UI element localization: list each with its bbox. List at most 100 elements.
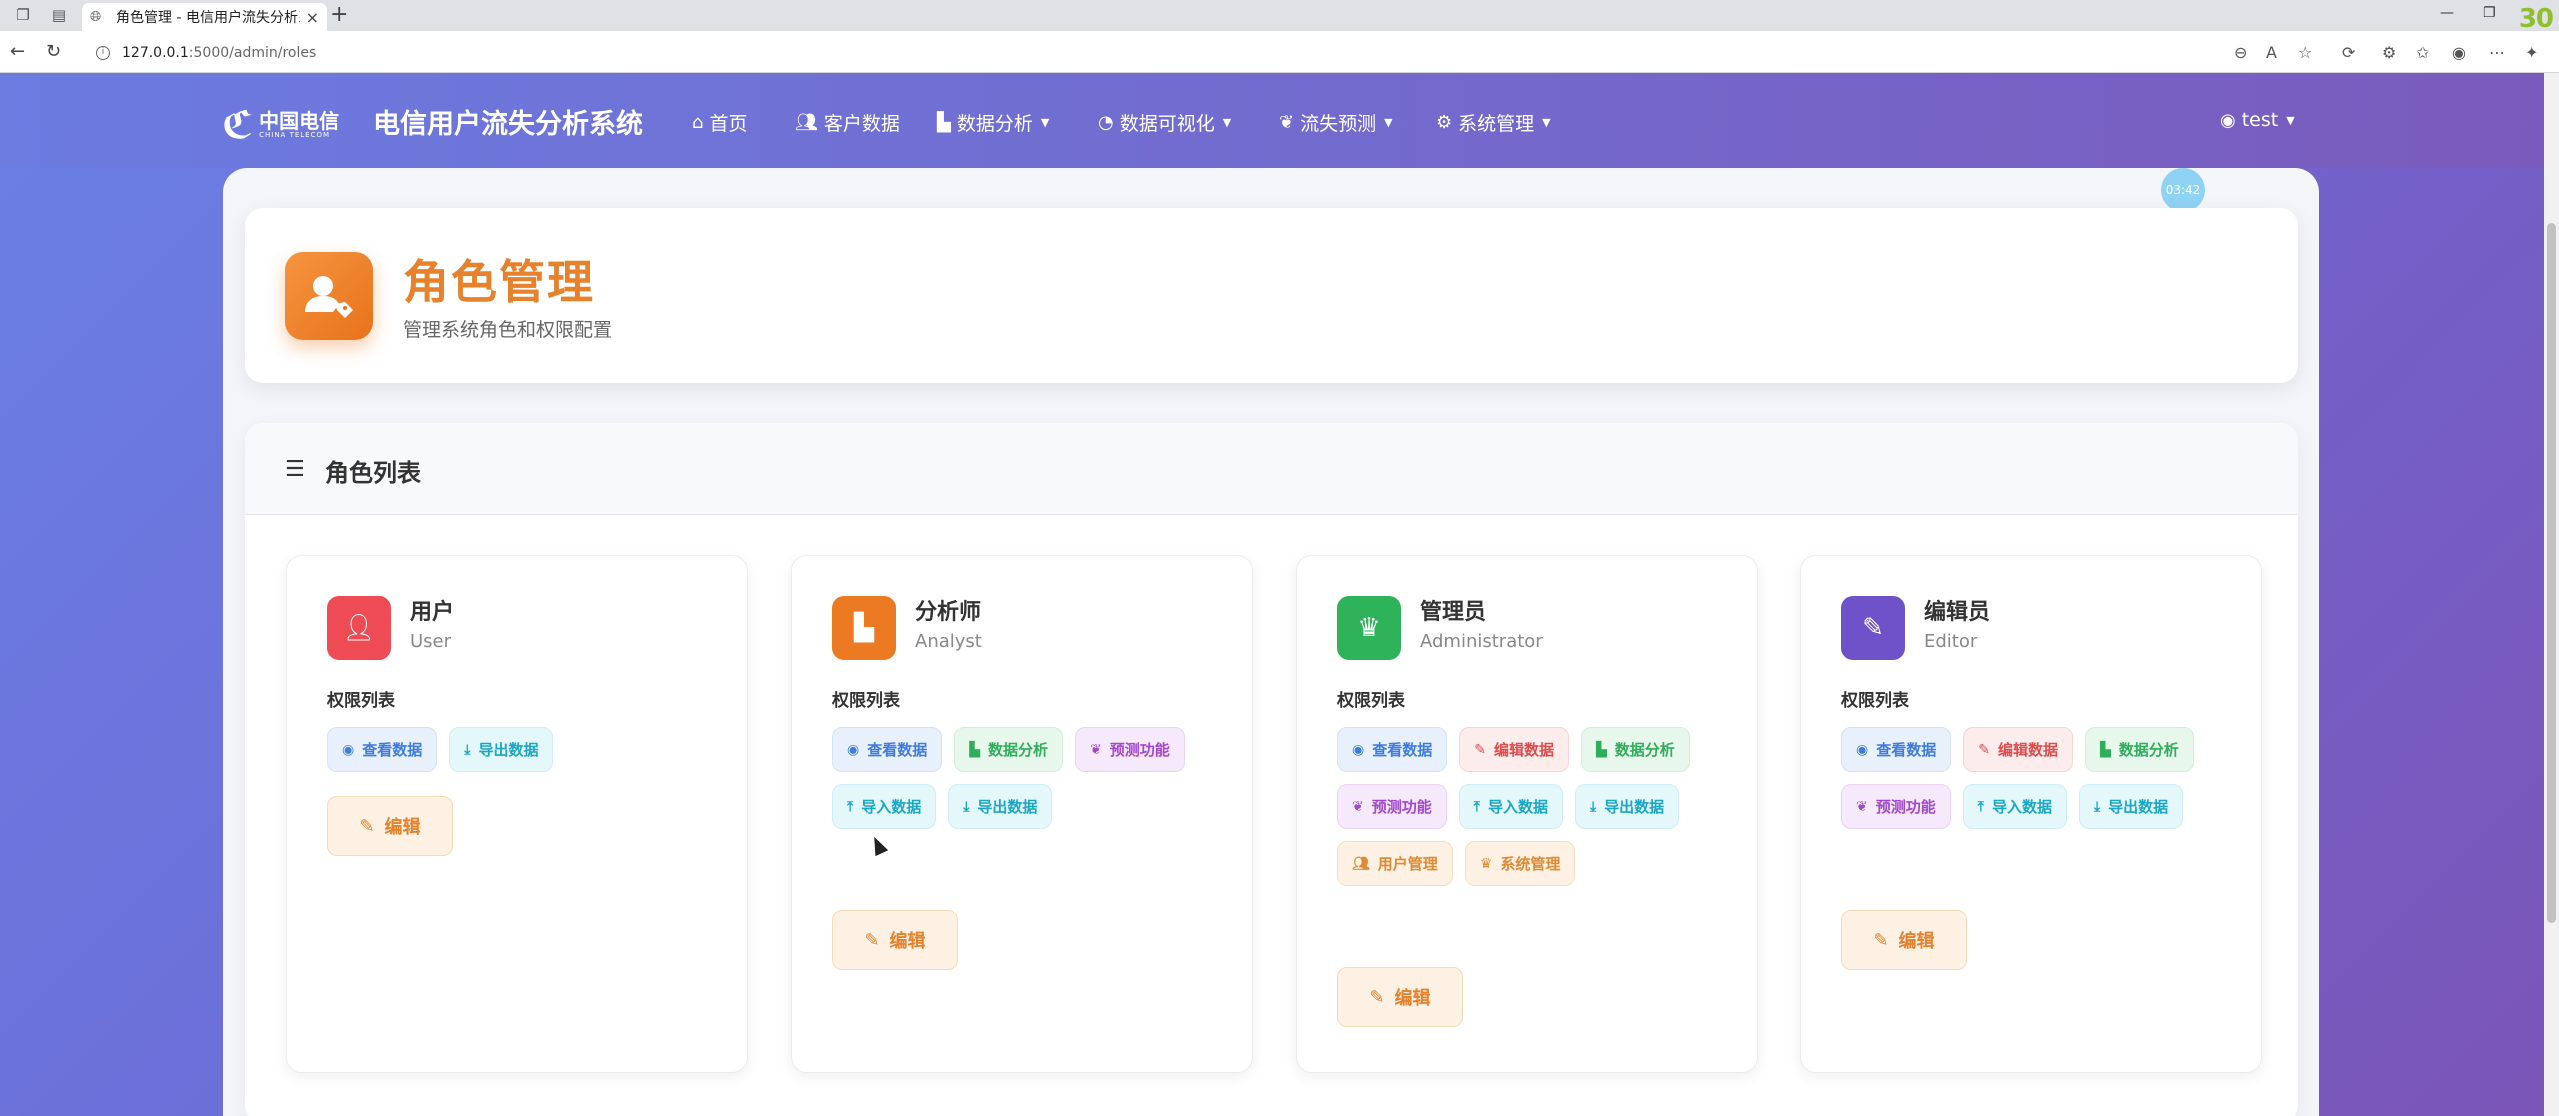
chart-bar-icon: ▙: [969, 741, 981, 758]
permission-label: 预测功能: [1875, 798, 1936, 816]
permission-list-label: 权限列表: [1337, 691, 1405, 711]
edit-role-button[interactable]: ✎ 编辑: [832, 910, 958, 970]
permission-label: 预测功能: [1109, 741, 1170, 759]
permission-badge: ⤒ 导入数据: [1962, 784, 2067, 829]
permission-badge: ✎ 编辑数据: [1963, 727, 2073, 772]
eye-icon: ◉: [1856, 741, 1869, 758]
permission-label: 导入数据: [1991, 798, 2052, 816]
eye-icon: ◉: [847, 741, 860, 758]
nav-item-customers[interactable]: 👥︎ 客户数据: [795, 109, 900, 136]
scrollbar[interactable]: [2544, 73, 2559, 1116]
permission-label: 导入数据: [861, 798, 922, 816]
edit-label: 编辑: [1898, 931, 1935, 952]
favorite-icon[interactable]: ☆: [2298, 43, 2312, 62]
edit-label: 编辑: [384, 817, 421, 838]
brand-title[interactable]: 电信用户流失分析系统: [373, 102, 643, 141]
eye-icon: ◉: [342, 741, 355, 758]
role-english-name: Analyst: [915, 631, 982, 652]
permission-badge: 👥︎ 用户管理: [1337, 841, 1453, 886]
permission-badge: ◉ 查看数据: [1841, 727, 1952, 772]
upload-icon: ⤒: [847, 798, 854, 815]
permission-label: 导出数据: [1604, 798, 1665, 816]
chart-bar-icon: ▙: [2099, 741, 2111, 758]
logo-cn-text: 中国电信: [259, 109, 340, 133]
role-name: 用户: [410, 600, 455, 625]
permission-badges: ◉ 查看数据 ✎ 编辑数据 ▙ 数据分析 ❦ 预测功能 ⤒ 导入数据 ⤓ 导出数据 👥︎ 用户管理 ♛ 系统管…: [1337, 727, 1737, 886]
user-tag-icon: [285, 252, 373, 340]
permission-label: 查看数据: [867, 741, 928, 759]
users-icon: 👥︎: [1352, 855, 1370, 872]
workspaces-icon[interactable]: ❐: [14, 6, 32, 24]
info-icon[interactable]: i: [96, 46, 110, 60]
role-english-name: User: [410, 631, 452, 652]
extension-icon[interactable]: ⚙: [2382, 43, 2396, 62]
nav-item-home[interactable]: ⌂ 首页: [692, 109, 747, 136]
user-edit-icon: ✎: [1841, 596, 1905, 660]
address-bar-row: ← ↻ i 127.0.0.1:5000/admin/roles ⊖ A ☆ ⟳…: [0, 31, 2559, 73]
refresh-icon[interactable]: ↻: [46, 41, 61, 62]
permission-badge: ▙ 数据分析: [1580, 727, 1690, 772]
edit-icon: ✎: [359, 815, 375, 837]
profile-icon[interactable]: ◉: [2452, 43, 2466, 62]
brain-icon: ❦: [1856, 798, 1868, 815]
logo-en-text: CHINA TELECOM: [259, 131, 331, 139]
gear-icon: ⚙: [1436, 112, 1453, 133]
nav-item-analysis[interactable]: ▙ 数据分析 ▼: [937, 109, 1049, 136]
browser-tab[interactable]: 🌐︎ 角色管理 - 电信用户流失分析系统 ×: [82, 3, 327, 31]
permission-label: 导入数据: [1487, 798, 1548, 816]
permission-badge: ⤒ 导入数据: [832, 784, 937, 829]
role-english-name: Administrator: [1420, 631, 1543, 652]
telecom-logo-icon: ℭ: [222, 103, 254, 147]
user-menu[interactable]: ◉ test ▼: [2220, 109, 2295, 131]
restore-icon[interactable]: ❐: [2483, 5, 2496, 21]
chevron-down-icon: ▼: [1040, 116, 1050, 129]
close-tab-icon[interactable]: ×: [306, 8, 319, 27]
zoom-icon[interactable]: ⊖: [2234, 43, 2247, 62]
permission-badge: ✎ 编辑数据: [1459, 727, 1569, 772]
permission-badge: ⤓ 导出数据: [1574, 784, 1680, 829]
new-tab-button[interactable]: +: [330, 2, 348, 27]
back-icon[interactable]: ←: [10, 41, 25, 62]
url-domain: 127.0.0.1: [122, 45, 189, 61]
eye-icon: ◉: [1352, 741, 1365, 758]
permission-label: 预测功能: [1371, 798, 1432, 816]
tab-actions-icon[interactable]: ▤: [50, 6, 68, 24]
timer-badge[interactable]: 03:42: [2161, 168, 2205, 212]
edit-role-button[interactable]: ✎ 编辑: [327, 796, 453, 856]
permission-list-label: 权限列表: [832, 691, 900, 711]
nav-label: 数据可视化: [1119, 113, 1215, 135]
user-circle-icon: ◉: [2220, 109, 2236, 131]
more-icon[interactable]: ⋯: [2489, 43, 2505, 62]
minimize-icon[interactable]: —: [2440, 5, 2454, 21]
permission-badge: ◉ 查看数据: [832, 727, 943, 772]
nav-label: 首页: [709, 113, 748, 135]
url-field[interactable]: i 127.0.0.1:5000/admin/roles: [80, 40, 2270, 66]
favorites-bar-icon[interactable]: ✩: [2416, 43, 2429, 62]
edit-role-button[interactable]: ✎ 编辑: [1337, 967, 1463, 1027]
role-card: 👤︎ 用户 User 权限列表 ◉ 查看数据 ⤓ 导出数据 ✎ 编辑: [286, 555, 748, 1073]
role-list-header: ☰ 角色列表: [245, 423, 2298, 515]
upload-icon: ⤒: [1977, 798, 1984, 815]
permission-badge: ⤒ 导入数据: [1458, 784, 1563, 829]
permission-badge: ♛ 系统管理: [1464, 841, 1576, 886]
role-card: ▙ 分析师 Analyst 权限列表 ◉ 查看数据 ▙ 数据分析 ❦ 预测功能 ⤒ 导入数据 ⤓ 导出数据…: [791, 555, 1253, 1073]
tab-title: 角色管理 - 电信用户流失分析系统: [116, 10, 300, 26]
globe-icon: 🌐︎: [90, 9, 102, 25]
edit-role-button[interactable]: ✎ 编辑: [1841, 910, 1967, 970]
permission-list-label: 权限列表: [327, 691, 395, 711]
chart-pie-icon: ◔: [1098, 112, 1114, 133]
nav-item-prediction[interactable]: ❦ 流失预测 ▼: [1279, 109, 1393, 136]
permission-badge: ❦ 预测功能: [1841, 784, 1951, 829]
china-telecom-logo[interactable]: ℭ 中国电信 CHINA TELECOM: [222, 103, 339, 147]
role-name: 分析师: [915, 600, 982, 625]
nav-item-system[interactable]: ⚙ 系统管理 ▼: [1436, 109, 1551, 136]
edit-icon: ✎: [1978, 741, 1990, 758]
edit-icon: ✎: [1873, 929, 1889, 951]
read-aloud-icon[interactable]: A: [2266, 43, 2277, 62]
nav-item-visualization[interactable]: ◔ 数据可视化 ▼: [1098, 109, 1231, 136]
scrollbar-thumb[interactable]: [2547, 223, 2556, 923]
copilot-icon[interactable]: ✦: [2525, 43, 2538, 62]
sync-icon[interactable]: ⟳: [2342, 43, 2355, 62]
chevron-down-icon: ▼: [1384, 116, 1393, 129]
permission-label: 编辑数据: [1997, 741, 2058, 759]
